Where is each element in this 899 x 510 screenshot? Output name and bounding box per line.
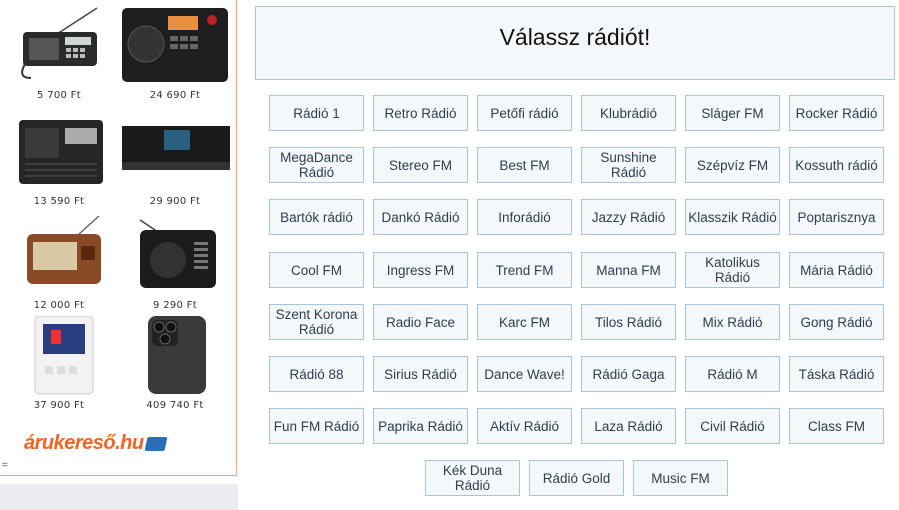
product-price: 409 740 Ft <box>146 400 204 411</box>
station-button[interactable]: Sláger FM <box>685 95 780 131</box>
station-button[interactable]: Poptarisznya <box>789 199 884 235</box>
title-box: Válassz rádiót! <box>255 6 895 80</box>
product-price: 5 700 Ft <box>37 90 81 101</box>
product-price: 37 900 Ft <box>33 400 85 411</box>
side-marker: = <box>2 460 8 471</box>
radio-image <box>9 112 109 192</box>
product-price: 9 290 Ft <box>153 300 197 311</box>
station-button[interactable]: Dance Wave! <box>477 356 572 392</box>
station-button[interactable]: Aktív Rádió <box>477 408 572 444</box>
station-button[interactable]: Rádió Gaga <box>581 356 676 392</box>
station-button[interactable]: Szent Korona Rádió <box>269 304 364 340</box>
product-price: 13 590 Ft <box>33 196 85 207</box>
station-button[interactable]: Inforádió <box>477 199 572 235</box>
station-button[interactable]: Stereo FM <box>373 147 468 183</box>
logo-text: árukereső.hu <box>24 432 144 454</box>
product-card[interactable]: 37 900 Ft <box>4 315 114 411</box>
station-button[interactable]: Karc FM <box>477 304 572 340</box>
station-button[interactable]: Class FM <box>789 408 884 444</box>
station-button[interactable]: Szépvíz FM <box>685 147 780 183</box>
station-button[interactable]: Táska Rádió <box>789 356 884 392</box>
radio-image <box>9 215 109 296</box>
station-button[interactable]: Dankó Rádió <box>373 199 468 235</box>
product-price: 12 000 Ft <box>33 300 85 311</box>
station-button[interactable]: Kék Duna Rádió <box>425 460 520 496</box>
station-button[interactable]: Paprika Rádió <box>373 408 468 444</box>
station-button[interactable]: Fun FM Rádió <box>269 408 364 444</box>
station-button[interactable]: Rádió 88 <box>269 356 364 392</box>
station-button[interactable]: Radio Face <box>373 304 468 340</box>
radio-image <box>9 315 109 396</box>
station-button[interactable]: Laza Rádió <box>581 408 676 444</box>
product-price: 24 690 Ft <box>149 90 201 101</box>
station-button[interactable]: Music FM <box>633 460 728 496</box>
station-button[interactable]: Rocker Rádió <box>789 95 884 131</box>
station-button[interactable]: Mix Rádió <box>685 304 780 340</box>
station-button[interactable]: Trend FM <box>477 252 572 288</box>
price-tag-icon <box>144 436 168 451</box>
station-button[interactable]: Jazzy Rádió <box>581 199 676 235</box>
page-title: Válassz rádiót! <box>499 24 651 50</box>
product-card[interactable]: 24 690 Ft <box>120 6 230 101</box>
product-card[interactable]: 13 590 Ft <box>4 112 114 207</box>
product-price: 29 900 Ft <box>149 196 201 207</box>
station-button[interactable]: Retro Rádió <box>373 95 468 131</box>
station-button[interactable]: Klubrádió <box>581 95 676 131</box>
station-button[interactable]: Klasszik Rádió <box>685 199 780 235</box>
station-button[interactable]: Katolikus Rádió <box>685 252 780 288</box>
phone-image <box>120 316 230 396</box>
station-button[interactable]: Ingress FM <box>373 252 468 288</box>
station-button[interactable]: Tilos Rádió <box>581 304 676 340</box>
station-button[interactable]: Rádió 1 <box>269 95 364 131</box>
station-button[interactable]: Civil Rádió <box>685 408 780 444</box>
station-button[interactable]: Manna FM <box>581 252 676 288</box>
ad-panel: 5 700 Ft 24 690 Ft 13 590 Ft 29 900 Ft 1… <box>0 0 237 476</box>
station-button[interactable]: Cool FM <box>269 252 364 288</box>
station-button[interactable]: Rádió M <box>685 356 780 392</box>
arukereso-logo[interactable]: árukereső.hu <box>24 432 168 462</box>
station-button[interactable]: Bartók rádió <box>269 199 364 235</box>
radio-image <box>120 6 230 86</box>
radio-image <box>9 6 109 86</box>
station-button[interactable]: Sunshine Rádió <box>581 147 676 183</box>
product-card[interactable]: 5 700 Ft <box>4 6 114 101</box>
product-card[interactable]: 12 000 Ft <box>4 215 114 311</box>
radio-image <box>120 112 232 192</box>
product-card[interactable]: 29 900 Ft <box>120 112 232 207</box>
station-button[interactable]: Gong Rádió <box>789 304 884 340</box>
station-button[interactable]: Kossuth rádió <box>789 147 884 183</box>
station-button[interactable]: Sirius Rádió <box>373 356 468 392</box>
station-button[interactable]: Petőfi rádió <box>477 95 572 131</box>
radio-image <box>120 216 230 296</box>
product-card[interactable]: 409 740 Ft <box>120 316 230 411</box>
page-bottom-strip <box>0 484 238 510</box>
station-button[interactable]: MegaDance Rádió <box>269 147 364 183</box>
station-button[interactable]: Best FM <box>477 147 572 183</box>
product-card[interactable]: 9 290 Ft <box>120 216 230 311</box>
station-button[interactable]: Mária Rádió <box>789 252 884 288</box>
station-button[interactable]: Rádió Gold <box>529 460 624 496</box>
